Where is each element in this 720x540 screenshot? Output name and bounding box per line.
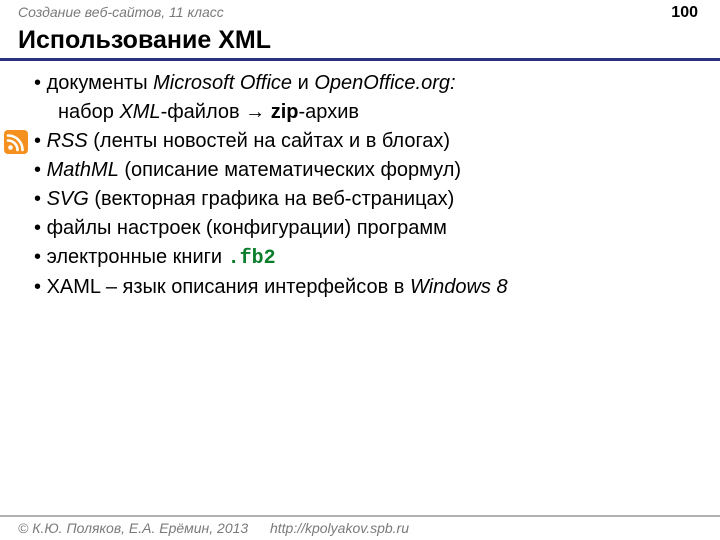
course-title: Создание веб-сайтов, 11 класс xyxy=(18,4,224,20)
page-number: 100 xyxy=(671,4,698,22)
text: XAML – язык описания интерфейсов в xyxy=(47,276,410,298)
footer: © К.Ю. Поляков, Е.А. Ерёмин, 2013 http:/… xyxy=(0,515,720,540)
bullet-7: XAML – язык описания интерфейсов в Windo… xyxy=(34,273,702,302)
text-italic: RSS xyxy=(47,130,88,152)
footer-url: http://kpolyakov.spb.ru xyxy=(270,520,409,536)
bullet-2: RSS (ленты новостей на сайтах и в блогах… xyxy=(34,127,702,156)
text: -архив xyxy=(299,101,359,123)
text: -файлов → xyxy=(161,101,271,123)
text: (ленты новостей на сайтах и в блогах) xyxy=(88,130,450,152)
text: электронные книги xyxy=(47,246,228,268)
text-italic: Windows 8 xyxy=(410,276,508,298)
bullet-1: документы Microsoft Office и OpenOffice.… xyxy=(34,69,702,127)
text-italic: XML xyxy=(119,101,160,123)
code-text: .fb2 xyxy=(228,247,276,270)
text-italic: MathML xyxy=(47,159,119,181)
text: (описание математических формул) xyxy=(119,159,461,181)
text-bold: zip xyxy=(271,101,299,123)
copyright: © К.Ю. Поляков, Е.А. Ерёмин, 2013 xyxy=(18,520,248,536)
text-italic: OpenOffice.org: xyxy=(314,72,455,94)
topbar: Создание веб-сайтов, 11 класс 100 xyxy=(0,0,720,22)
slide: Создание веб-сайтов, 11 класс 100 Исполь… xyxy=(0,0,720,540)
bullet-6: электронные книги .fb2 xyxy=(34,243,702,273)
rss-icon xyxy=(4,130,28,154)
content: документы Microsoft Office и OpenOffice.… xyxy=(0,67,720,302)
bullet-4: SVG (векторная графика на веб-страницах) xyxy=(34,185,702,214)
text-italic: SVG xyxy=(47,188,89,210)
slide-title: Использование XML xyxy=(0,22,720,61)
text: документы xyxy=(47,72,154,94)
text-italic: Microsoft Office xyxy=(153,72,292,94)
text: (векторная графика на веб-страницах) xyxy=(89,188,455,210)
bullet-1-subline: набор XML-файлов → zip-архив xyxy=(46,98,702,127)
text: набор xyxy=(58,101,119,123)
bullet-3: MathML (описание математических формул) xyxy=(34,156,702,185)
text: файлы настроек (конфигурации) программ xyxy=(47,217,447,239)
text: и xyxy=(292,72,314,94)
bullet-5: файлы настроек (конфигурации) программ xyxy=(34,214,702,243)
